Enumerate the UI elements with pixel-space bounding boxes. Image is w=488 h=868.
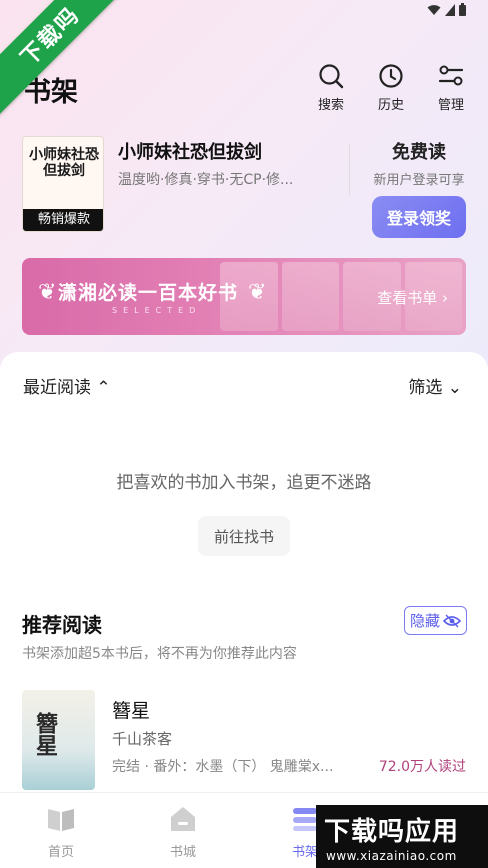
recommended-book-cover[interactable]: 簪星 [22,690,95,790]
laurel-left-icon: ❦ [38,280,57,305]
signal-icon [445,3,455,16]
featured-book-title[interactable]: 小师妹社恐但拔剑 [118,138,262,164]
wifi-icon [427,4,441,15]
history-label: 历史 [377,98,404,113]
login-reward-button[interactable]: 登录领奖 [372,196,466,238]
laurel-right-icon: ❦ [248,280,267,305]
cover-title-art: 小师妹社恐但拔剑 [29,147,99,179]
rec-cover-text: 簪星 [32,712,58,756]
manage-label: 管理 [437,98,464,113]
history-button[interactable]: 历史 [370,62,412,113]
recommend-subtitle: 书架添加超5本书后，将不再为你推荐此内容 [22,646,297,662]
manage-icon [438,65,464,86]
sort-recent-button[interactable]: 最近阅读 ⌃ [23,373,111,398]
eye-hidden-icon [443,614,461,627]
nav-label-store: 书城 [169,845,196,860]
booklist-banner[interactable]: ❦ 潇湘必读一百本好书 ❦ SELECTED 查看书单 › [22,258,466,335]
battery-icon [459,3,466,16]
recommended-book-author: 千山茶客 [112,730,173,748]
recommended-book-reads: 72.0万人读过 [378,759,466,775]
free-read-subtitle: 新用户登录可享 [373,173,465,188]
watermark-brand-text: 下载吗应用 [324,817,460,847]
recommend-title: 推荐阅读 [22,613,102,637]
search-label: 搜索 [317,98,344,113]
search-icon [319,64,344,89]
filter-button[interactable]: 筛选 ⌄ [408,373,462,398]
nav-label-shelf: 书架 [291,845,318,860]
manage-button[interactable]: 管理 [430,62,472,113]
hide-label: 隐藏 [409,612,440,630]
recommended-book-meta: 完结 · 番外：水墨（下） 鬼雕棠x... [112,759,334,775]
free-read-title: 免费读 [392,142,446,163]
empty-shelf-text: 把喜欢的书加入书架，追更不迷路 [116,473,372,493]
bestseller-badge: 畅销爆款 [23,209,103,231]
clock-icon [379,64,403,88]
banner-title: 潇湘必读一百本好书 [58,282,239,304]
featured-book-desc: 温度哟·修真·穿书·无CP·修... [118,172,294,188]
nav-item-home[interactable]: 首页 [21,805,101,860]
watermark-brand-box: 下载吗应用 www.xiazainiao.com [316,805,488,868]
nav-label-home: 首页 [47,845,74,860]
recommended-book-item[interactable]: 簪星 簪星 千山茶客 完结 · 番外：水墨（下） 鬼雕棠x... 72.0万人读… [22,690,466,790]
featured-book-card[interactable]: 小师妹社恐但拔剑 畅销爆款 小师妹社恐但拔剑 温度哟·修真·穿书·无CP·修..… [22,136,466,238]
find-books-button[interactable]: 前往找书 [198,516,290,556]
watermark-url: www.xiazainiao.com [326,849,457,863]
view-booklist-link[interactable]: 查看书单 › [377,287,448,308]
search-button[interactable]: 搜索 [310,62,352,113]
banner-subtitle: SELECTED [112,306,202,315]
book-open-icon [48,809,74,831]
divider [349,144,350,196]
nav-item-store[interactable]: 书城 [143,805,223,860]
store-icon [171,807,195,831]
hide-recommend-button[interactable]: 隐藏 [404,606,467,635]
recommended-book-title[interactable]: 簪星 [112,696,150,723]
header-actions: 搜索 历史 管理 [310,62,472,113]
featured-book-cover[interactable]: 小师妹社恐但拔剑 畅销爆款 [22,136,104,232]
